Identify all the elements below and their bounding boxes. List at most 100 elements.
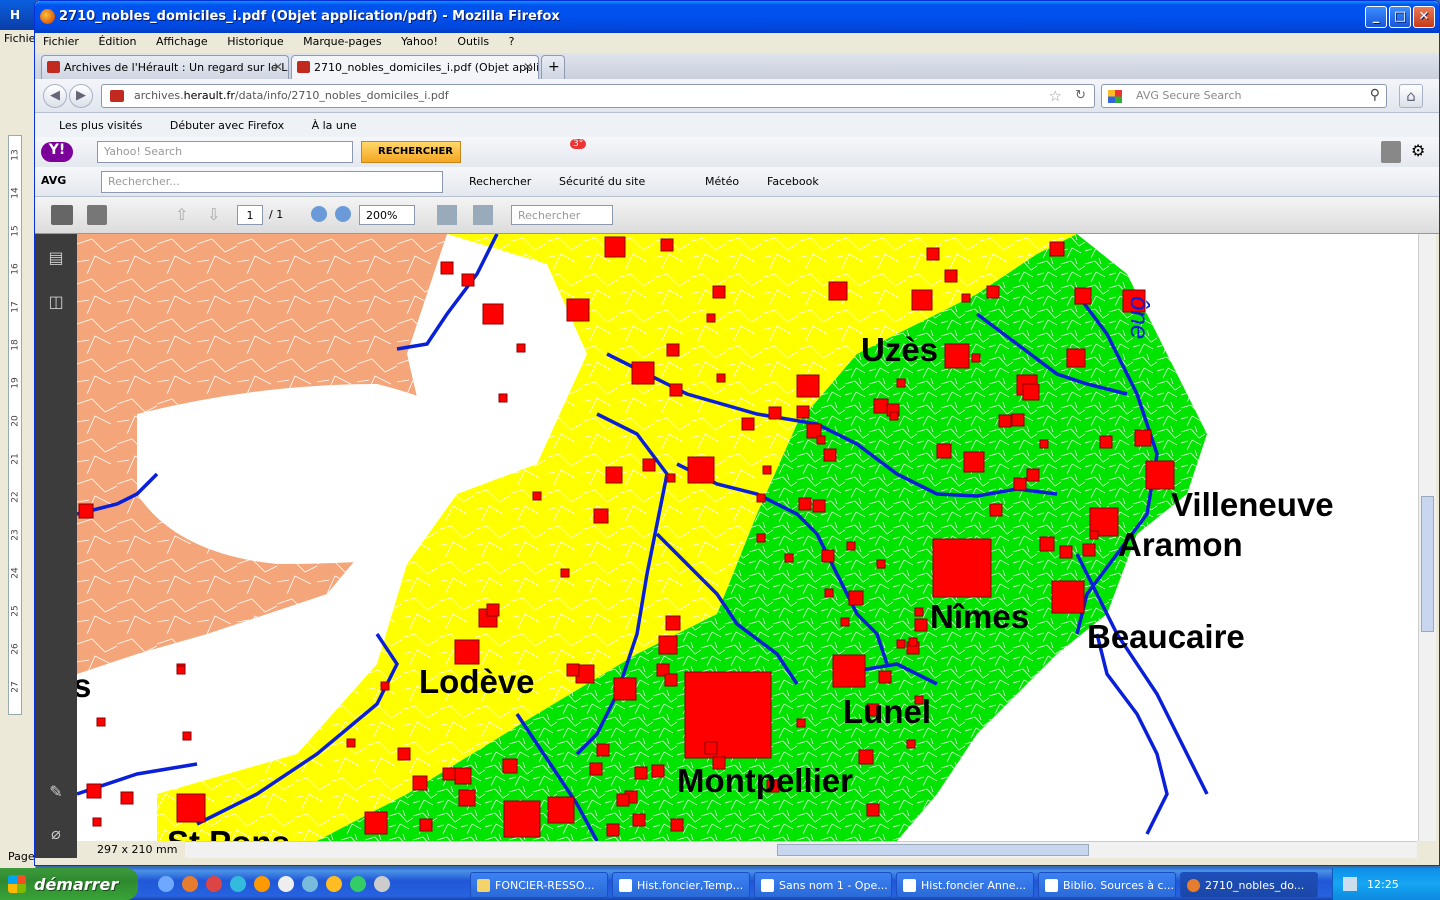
horizontal-scrollbar[interactable] xyxy=(185,841,1417,858)
tab-strip: Archives de l'Hérault : Un regard sur le… xyxy=(35,53,1439,79)
label-villeneuve: Villeneuve xyxy=(1171,486,1334,523)
task-pdf-firefox[interactable]: 2710_nobles_do... xyxy=(1180,872,1318,898)
navigation-bar: ◀ ▶ archives.herault.fr/data/info/2710_n… xyxy=(35,79,1439,113)
site-security-button[interactable]: Sécurité du site xyxy=(559,175,645,188)
label-nimes: Nîmes xyxy=(930,598,1029,635)
show-desktop-icon[interactable] xyxy=(158,876,174,892)
comments-icon[interactable]: ✎ xyxy=(46,782,66,802)
search-bar[interactable]: AVG Secure Search ⚲ xyxy=(1101,84,1387,108)
task-biblio[interactable]: Biblio. Sources à c... xyxy=(1038,872,1176,898)
quicklaunch-icon[interactable] xyxy=(350,876,366,892)
horizontal-scroll-thumb[interactable] xyxy=(777,844,1089,856)
bookmark-latest-headlines[interactable]: À la une xyxy=(312,119,357,132)
firefox-window: 2710_nobles_domiciles_i.pdf (Objet appli… xyxy=(34,0,1440,866)
facebook-button[interactable]: Facebook xyxy=(767,175,819,188)
tab-close-icon[interactable]: ✕ xyxy=(273,60,283,74)
chrome-icon[interactable] xyxy=(326,876,342,892)
zoom-select[interactable]: 200% xyxy=(359,205,415,225)
vertical-scrollbar[interactable] xyxy=(1418,234,1436,841)
yahoo-search-input[interactable]: Yahoo! Search xyxy=(97,141,353,163)
tab-close-icon[interactable]: ✕ xyxy=(523,60,533,74)
task-label: Biblio. Sources à c... xyxy=(1063,879,1175,892)
start-label: démarrer xyxy=(34,875,119,894)
print-icon[interactable] xyxy=(51,205,73,225)
marker-montpellier xyxy=(684,671,772,759)
home-button[interactable]: ⌂ xyxy=(1399,84,1423,108)
weather-badge[interactable]: 3° xyxy=(570,139,587,149)
yahoo-logo-icon[interactable]: Y! xyxy=(41,142,73,162)
page-number-input[interactable]: 1 xyxy=(237,205,263,225)
marker-nimes xyxy=(932,538,992,598)
maximize-button[interactable]: □ xyxy=(1389,6,1411,28)
vertical-scroll-thumb[interactable] xyxy=(1421,496,1434,632)
next-page-icon[interactable]: ⇩ xyxy=(207,205,220,224)
toolbar-menu-icon[interactable] xyxy=(1381,141,1401,163)
binoculars-icon[interactable]: ◫ xyxy=(46,292,66,312)
avg-label[interactable]: AVG xyxy=(41,174,66,187)
save-icon[interactable] xyxy=(87,205,107,225)
attachment-icon[interactable]: ⌀ xyxy=(46,824,66,844)
network-icon[interactable] xyxy=(1343,877,1357,891)
minimize-button[interactable]: _ xyxy=(1365,6,1387,28)
title-bar[interactable]: 2710_nobles_domiciles_i.pdf (Objet appli… xyxy=(35,1,1439,33)
bookmark-most-visited[interactable]: Les plus visités xyxy=(59,119,142,132)
menu-help[interactable]: ? xyxy=(509,35,515,48)
fit-width-icon[interactable] xyxy=(437,205,457,225)
menu-yahoo[interactable]: Yahoo! xyxy=(401,35,438,48)
yahoo-search-button[interactable]: RECHERCHER xyxy=(361,141,461,163)
quicklaunch-icon[interactable] xyxy=(278,876,294,892)
clock[interactable]: 12:25 xyxy=(1367,878,1399,891)
menu-bar: Fichier Édition Affichage Historique Mar… xyxy=(35,33,1439,53)
quicklaunch-icon[interactable] xyxy=(374,876,390,892)
quicklaunch-icon[interactable] xyxy=(254,876,270,892)
task-sans-nom[interactable]: Sans nom 1 - Ope... xyxy=(754,872,892,898)
reload-icon[interactable]: ↻ xyxy=(1075,88,1086,103)
task-hist-foncier-anne[interactable]: Hist.foncier Anne... xyxy=(896,872,1034,898)
folder-icon xyxy=(477,879,490,892)
gear-icon[interactable]: ⚙ xyxy=(1411,141,1425,160)
ie-icon[interactable] xyxy=(230,876,246,892)
fit-page-icon[interactable] xyxy=(473,205,493,225)
label-lodeve: Lodève xyxy=(419,663,535,700)
zoom-in-icon[interactable] xyxy=(335,206,351,222)
background-window-menu[interactable]: Fichie xyxy=(4,32,35,45)
firefox-quicklaunch-icon[interactable] xyxy=(182,876,198,892)
quicklaunch-icon[interactable] xyxy=(302,876,318,892)
task-hist-foncier-temp[interactable]: Hist.foncier,Temp... xyxy=(612,872,750,898)
new-tab-button[interactable]: + xyxy=(541,55,565,79)
pdf-viewer[interactable]: Uzès Villeneuve Aramon Nîmes Beaucaire L… xyxy=(77,234,1418,841)
menu-marque-pages[interactable]: Marque-pages xyxy=(303,35,381,48)
menu-affichage[interactable]: Affichage xyxy=(156,35,208,48)
site-icon xyxy=(110,90,124,102)
magnifier-icon[interactable]: ⚲ xyxy=(1370,87,1380,103)
pdf-search-input[interactable]: Rechercher xyxy=(511,205,613,225)
tab-archives[interactable]: Archives de l'Hérault : Un regard sur le… xyxy=(41,55,289,79)
ruler-mark: 15 xyxy=(10,225,21,237)
close-button[interactable]: ✕ xyxy=(1413,6,1435,28)
bookmark-star-icon[interactable]: ☆ xyxy=(1049,87,1062,105)
weather-button[interactable]: Météo xyxy=(705,175,739,188)
ruler-mark: 23 xyxy=(10,529,21,541)
tab-pdf[interactable]: 2710_nobles_domiciles_i.pdf (Objet appli… xyxy=(291,55,539,79)
pages-icon[interactable]: ▤ xyxy=(46,248,66,268)
menu-fichier[interactable]: Fichier xyxy=(43,35,79,48)
back-button[interactable]: ◀ xyxy=(43,84,67,108)
avg-search-button[interactable]: Rechercher xyxy=(469,175,531,188)
forward-button[interactable]: ▶ xyxy=(69,84,93,108)
yahoo-toolbar: Y! Yahoo! Search RECHERCHER 3° ⚙ xyxy=(35,137,1439,167)
menu-edition[interactable]: Édition xyxy=(98,35,136,48)
zoom-out-icon[interactable] xyxy=(311,206,327,222)
previous-page-icon[interactable]: ⇧ xyxy=(175,205,188,224)
bookmark-getting-started[interactable]: Débuter avec Firefox xyxy=(170,119,284,132)
menu-historique[interactable]: Historique xyxy=(227,35,283,48)
pdf-sidebar: ▤ ◫ ✎ ⌀ xyxy=(35,234,77,858)
task-foncier[interactable]: FONCIER-RESSO... xyxy=(470,872,608,898)
quicklaunch-icon[interactable] xyxy=(206,876,222,892)
menu-outils[interactable]: Outils xyxy=(457,35,489,48)
start-button[interactable]: démarrer xyxy=(0,868,138,900)
document-icon xyxy=(1045,879,1058,892)
background-window-title[interactable]: H xyxy=(0,0,36,30)
ruler-mark: 25 xyxy=(10,605,21,617)
avg-search-input[interactable]: Rechercher... xyxy=(101,171,443,193)
url-bar[interactable]: archives.herault.fr/data/info/2710_noble… xyxy=(101,84,1095,108)
